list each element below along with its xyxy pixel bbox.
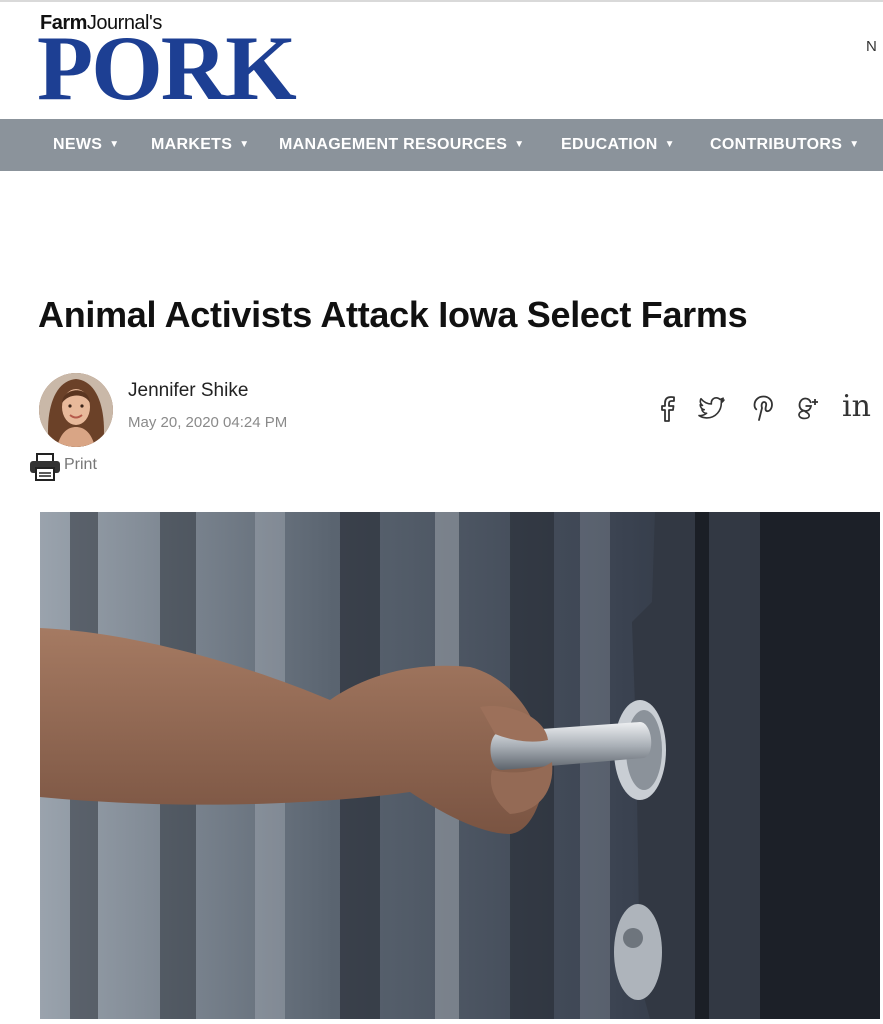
nav-item-education[interactable]: EDUCATION ▼	[561, 119, 675, 171]
chevron-down-icon: ▼	[239, 139, 250, 150]
publish-date: May 20, 2020 04:24 PM	[128, 414, 288, 431]
linkedin-icon[interactable]: in	[842, 389, 871, 424]
chevron-down-icon: ▼	[849, 139, 860, 150]
header-right-text[interactable]: N	[866, 38, 877, 55]
author-name[interactable]: Jennifer Shike	[128, 380, 248, 402]
article-hero-image	[40, 512, 880, 1019]
google-plus-icon[interactable]	[794, 391, 824, 423]
article-title: Animal Activists Attack Iowa Select Farm…	[38, 294, 748, 335]
printer-icon	[30, 453, 60, 481]
site-logo[interactable]: FarmJournal's PORK	[37, 12, 310, 114]
nav-item-management-resources[interactable]: MANAGEMENT RESOURCES ▼	[279, 119, 524, 171]
main-nav: NEWS ▼ MARKETS ▼ MANAGEMENT RESOURCES ▼ EDU…	[0, 119, 883, 171]
author-avatar[interactable]	[39, 373, 113, 447]
top-border	[0, 0, 883, 2]
nav-item-markets[interactable]: MARKETS ▼	[151, 119, 249, 171]
nav-item-contributors[interactable]: CONTRIBUTORS ▼	[710, 119, 859, 171]
pinterest-icon[interactable]	[748, 391, 778, 423]
chevron-down-icon: ▼	[109, 139, 120, 150]
print-button[interactable]: Print	[29, 453, 97, 481]
logo-title: PORK	[37, 17, 297, 119]
chevron-down-icon: ▼	[514, 139, 525, 150]
nav-item-news[interactable]: NEWS ▼	[53, 119, 119, 171]
chevron-down-icon: ▼	[664, 139, 675, 150]
print-label: Print	[64, 456, 97, 473]
facebook-icon[interactable]	[653, 391, 683, 423]
twitter-icon[interactable]	[697, 391, 727, 423]
